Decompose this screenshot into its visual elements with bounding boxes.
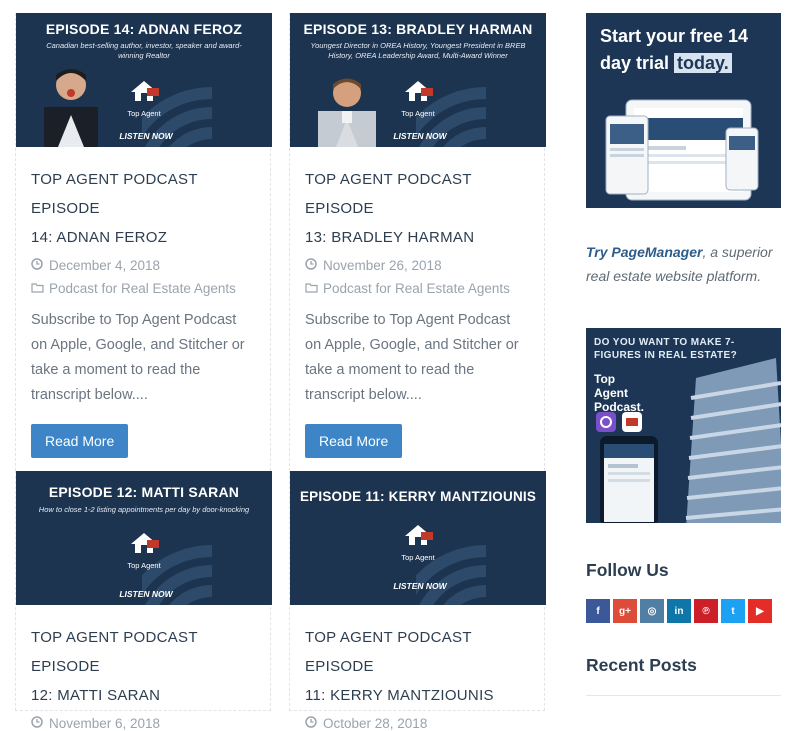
- listen-now-label: LISTEN NOW: [119, 131, 173, 141]
- google-plus-icon[interactable]: g+: [613, 599, 637, 623]
- post-date: November 6, 2018: [31, 716, 255, 731]
- house-icon: [131, 533, 159, 553]
- episode-banner[interactable]: EPISODE 14: ADNAN FEROZ Canadian best-se…: [16, 13, 272, 147]
- post-title[interactable]: TOP AGENT PODCAST EPISODE 12: MATTI SARA…: [31, 623, 255, 710]
- banner-title: EPISODE 12: MATTI SARAN: [48, 484, 240, 500]
- post-excerpt: Subscribe to Top Agent Podcast on Apple,…: [305, 312, 519, 403]
- post-card: EPISODE 13: BRADLEY HARMAN Youngest Dire…: [289, 13, 546, 476]
- brand-text: Top Agent: [401, 553, 435, 562]
- clock-icon: [305, 716, 323, 731]
- listen-now-label: LISTEN NOW: [393, 581, 447, 591]
- house-icon: [131, 81, 159, 101]
- post-card: EPISODE 11: KERRY MANTZIOUNIS Top Agent …: [289, 471, 546, 731]
- brand-text: Top Agent: [127, 561, 161, 570]
- post-card: EPISODE 12: MATTI SARAN How to close 1-2…: [15, 471, 272, 731]
- house-icon: [405, 525, 433, 545]
- building-graphic: [685, 358, 781, 523]
- guest-photo: [44, 69, 98, 147]
- linkedin-icon[interactable]: in: [667, 599, 691, 623]
- brand-text: Top Agent: [401, 109, 435, 118]
- episode-banner[interactable]: EPISODE 12: MATTI SARAN How to close 1-2…: [16, 471, 272, 605]
- banner-title: EPISODE 13: BRADLEY HARMAN: [303, 21, 533, 37]
- follow-us-heading: Follow Us: [586, 560, 669, 580]
- free-trial-ad[interactable]: Start your free 14 day trial today.: [586, 13, 781, 208]
- divider: [586, 695, 781, 696]
- instagram-icon[interactable]: ◎: [640, 599, 664, 623]
- listen-now-label: LISTEN NOW: [119, 589, 173, 599]
- post-title[interactable]: TOP AGENT PODCAST EPISODE 14: ADNAN FERO…: [31, 165, 255, 252]
- clock-icon: [31, 258, 49, 273]
- social-icons: f g+ ◎ in ℗ t ▶: [586, 599, 772, 623]
- post-date: December 4, 2018: [31, 258, 255, 273]
- house-icon: [405, 81, 433, 101]
- podcast-app-icons: [596, 412, 642, 432]
- clock-icon: [305, 258, 323, 273]
- recent-posts-heading: Recent Posts: [586, 655, 697, 675]
- facebook-icon[interactable]: f: [586, 599, 610, 623]
- post-date: November 26, 2018: [305, 258, 529, 273]
- promo-text: Try PageManager, a superior real estate …: [586, 244, 773, 284]
- post-category: Podcast for Real Estate Agents: [31, 281, 255, 296]
- episode-banner[interactable]: EPISODE 11: KERRY MANTZIOUNIS Top Agent …: [290, 471, 546, 605]
- post-card: EPISODE 14: ADNAN FEROZ Canadian best-se…: [15, 13, 272, 476]
- pagemanager-link[interactable]: Try PageManager: [586, 244, 702, 260]
- post-title[interactable]: TOP AGENT PODCAST EPISODE 11: KERRY MANT…: [305, 623, 529, 710]
- pinterest-icon[interactable]: ℗: [694, 599, 718, 623]
- banner-title: EPISODE 14: ADNAN FEROZ: [45, 21, 243, 37]
- folder-icon: [31, 281, 49, 296]
- post-title[interactable]: TOP AGENT PODCAST EPISODE 13: BRADLEY HA…: [305, 165, 529, 252]
- top-agent-logo: Top Agent: [392, 523, 444, 562]
- twitter-icon[interactable]: t: [721, 599, 745, 623]
- top-agent-logo: Top Agent: [118, 79, 170, 118]
- post-date: October 28, 2018: [305, 716, 529, 731]
- devices-mockup: [605, 99, 759, 201]
- read-more-button[interactable]: Read More: [305, 424, 403, 458]
- post-excerpt: Subscribe to Top Agent Podcast on Apple,…: [31, 312, 245, 403]
- clock-icon: [31, 716, 49, 731]
- guest-photo: [318, 78, 376, 147]
- podcast-brand: Top Agent Podcast.: [594, 372, 645, 414]
- read-more-button[interactable]: Read More: [31, 424, 129, 458]
- ad-headline: Start your free 14 day trial today.: [600, 26, 749, 73]
- listen-now-label: LISTEN NOW: [393, 131, 447, 141]
- top-agent-logo: Top Agent: [118, 531, 170, 570]
- folder-icon: [305, 281, 323, 296]
- podcast-ad[interactable]: DO YOU WANT TO MAKE 7-FIGURES IN REAL ES…: [586, 328, 781, 523]
- episode-banner[interactable]: EPISODE 13: BRADLEY HARMAN Youngest Dire…: [290, 13, 546, 147]
- top-agent-logo: Top Agent: [392, 79, 444, 118]
- youtube-icon[interactable]: ▶: [748, 599, 772, 623]
- ad-highlight: today.: [674, 53, 732, 73]
- post-category: Podcast for Real Estate Agents: [305, 281, 529, 296]
- brand-text: Top Agent: [127, 109, 161, 118]
- phone-mockup: [600, 436, 658, 523]
